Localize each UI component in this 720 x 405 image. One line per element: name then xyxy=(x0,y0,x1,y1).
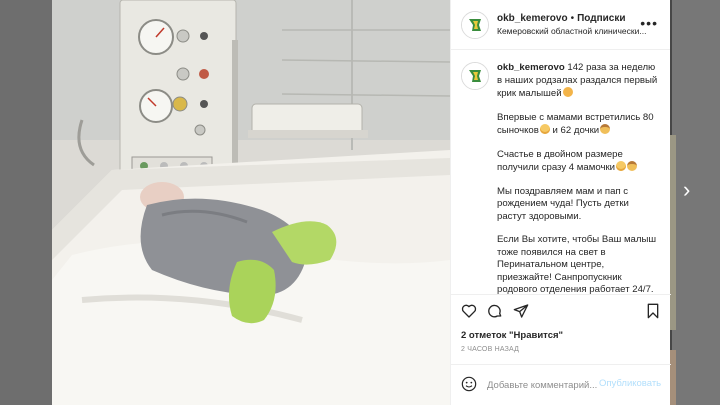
more-icon[interactable]: ••• xyxy=(640,16,658,30)
publish-button[interactable]: Опубликовать xyxy=(599,378,661,389)
baby-photo-illustration xyxy=(52,0,450,405)
location-link[interactable]: Кемеровский областной клинически... xyxy=(497,25,647,37)
caption-paragraph-4: Мы поздравляем мам и пап с рождением чуд… xyxy=(497,185,629,222)
comment-bar: Опубликовать xyxy=(451,364,671,405)
caption-text: okb_kemerovo 142 раза за неделю в наших … xyxy=(497,62,658,294)
love-face-emoji-icon xyxy=(562,87,573,97)
next-arrow-icon[interactable]: › xyxy=(683,178,697,202)
post-header: okb_kemerovo • Подписки Кемеровский област… xyxy=(451,0,670,50)
bookmark-icon[interactable] xyxy=(645,303,661,319)
post-timestamp[interactable]: 2 ЧАСОВ НАЗАД xyxy=(461,346,519,353)
baby-emoji-icon xyxy=(539,124,550,134)
share-icon[interactable] xyxy=(513,303,529,319)
baby-emoji-icon xyxy=(616,161,627,171)
heart-icon[interactable] xyxy=(461,303,477,319)
header-text: okb_kemerovo • Подписки Кемеровский област… xyxy=(497,12,647,37)
avatar[interactable] xyxy=(461,62,489,90)
caption-username[interactable]: okb_kemerovo xyxy=(497,62,565,73)
girl-emoji-icon xyxy=(627,161,638,171)
separator-dot: • xyxy=(570,13,575,24)
caption-paragraph-2b: и 62 дочки xyxy=(552,125,600,136)
caption-paragraph-3: Счастье в двойном размере получили сразу… xyxy=(497,148,623,174)
comment-icon[interactable] xyxy=(487,303,503,319)
action-bar xyxy=(451,294,671,325)
post-side-panel: okb_kemerovo • Подписки Кемеровский област… xyxy=(450,0,671,405)
background-feed-right xyxy=(672,0,720,405)
avatar[interactable] xyxy=(461,10,489,39)
username-link[interactable]: okb_kemerovo xyxy=(497,13,568,24)
caption-area: okb_kemerovo 142 раза за неделю в наших … xyxy=(451,50,670,294)
smile-icon[interactable] xyxy=(461,376,477,392)
caption-paragraph-5: Если Вы хотите, чтобы Ваш малыш тоже поя… xyxy=(497,234,657,294)
post-photo[interactable] xyxy=(52,0,450,405)
background-feed-left xyxy=(0,0,52,405)
likes-count[interactable]: 2 отметок "Нравится" xyxy=(461,330,563,341)
following-button[interactable]: Подписки xyxy=(577,13,625,24)
comment-input[interactable] xyxy=(487,378,601,392)
girl-emoji-icon xyxy=(600,124,611,134)
